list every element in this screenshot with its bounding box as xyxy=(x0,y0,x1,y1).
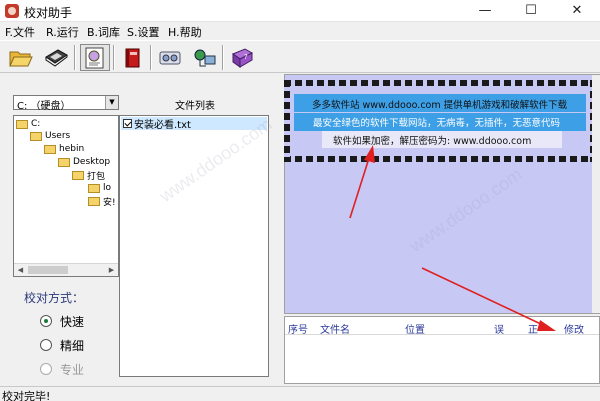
file-list-title: 文件列表 xyxy=(175,101,215,112)
method-pro-label: 专业 xyxy=(60,363,85,377)
toolbar-separator xyxy=(113,45,115,70)
speak-button[interactable] xyxy=(155,44,185,71)
tree-item[interactable]: lo xyxy=(88,182,111,194)
network-button[interactable] xyxy=(190,44,220,71)
status-bar: 校对完毕! xyxy=(0,386,600,401)
tree-item-label: 安! xyxy=(103,197,116,208)
scroll-right-icon[interactable]: ▶ xyxy=(105,264,118,276)
floppy-save-icon xyxy=(45,48,68,67)
menu-help[interactable]: H.帮助 xyxy=(168,24,202,40)
method-pro-radio xyxy=(40,363,52,375)
folder-icon xyxy=(88,183,100,193)
folder-icon xyxy=(58,157,70,167)
status-text: 校对完毕! xyxy=(2,390,51,401)
tree-item[interactable]: C: xyxy=(16,118,40,130)
tree-item-label: 打包 xyxy=(87,171,106,182)
preview-line-2: 最安全绿色的软件下载网站，无病毒，无插件，无恶意代码 xyxy=(313,118,561,129)
column-header-correct[interactable]: 正 xyxy=(528,321,538,336)
dictionary-button[interactable] xyxy=(118,44,148,71)
app-icon xyxy=(5,4,19,18)
file-list[interactable]: 安装必看.txt xyxy=(119,115,269,377)
preview-line-3: 软件如果加密，解压密码为: www.ddooo.com xyxy=(333,136,532,147)
tree-item[interactable]: Desktop xyxy=(58,156,110,168)
folder-icon xyxy=(30,131,42,141)
folder-open-icon xyxy=(9,51,33,66)
toolbar-separator xyxy=(150,45,152,70)
tree-item-label: Desktop xyxy=(73,157,111,167)
tree-item-label: lo xyxy=(103,183,112,193)
results-grid-header: 序号 文件名 位置 误 正 修改 xyxy=(285,317,599,336)
tree-item[interactable]: Users xyxy=(30,130,70,142)
svg-text:?: ? xyxy=(244,53,248,61)
method-fine-radio[interactable] xyxy=(40,339,52,351)
method-fast-label: 快速 xyxy=(60,315,85,329)
proofread-method-label: 校对方式： xyxy=(24,291,85,305)
preview-vertical-scrollbar[interactable] xyxy=(592,75,600,313)
red-book-icon xyxy=(125,48,140,67)
method-fast-radio[interactable] xyxy=(40,315,52,327)
save-button[interactable] xyxy=(41,44,71,71)
toolbar-separator xyxy=(74,45,76,70)
menu-settings[interactable]: S.设置 xyxy=(127,24,159,40)
menu-bar: F.文件 R.运行 B.词库 S.设置 H.帮助 xyxy=(0,22,600,40)
folder-icon xyxy=(72,170,84,180)
open-folder-button[interactable] xyxy=(6,44,36,71)
preview-line-1: 多多软件站 www.ddooo.com 提供单机游戏和破解软件下载 xyxy=(312,100,568,111)
scrollbar-thumb[interactable] xyxy=(28,266,68,274)
minimize-button[interactable]: — xyxy=(462,0,508,22)
results-grid[interactable]: 序号 文件名 位置 误 正 修改 xyxy=(284,316,600,384)
menu-file[interactable]: F.文件 xyxy=(5,24,35,40)
title-bar: 校对助手 — ☐ ✕ xyxy=(0,0,600,22)
tree-item-label: hebin xyxy=(59,144,85,154)
tree-item[interactable]: 打包 xyxy=(72,169,106,182)
file-checkbox[interactable] xyxy=(123,119,132,128)
document-stamp-icon xyxy=(85,47,104,68)
folder-icon xyxy=(44,144,56,154)
drive-select-value: C: （硬盘） xyxy=(17,101,71,112)
menu-dictionary[interactable]: B.词库 xyxy=(87,24,120,40)
file-name: 安装必看.txt xyxy=(134,120,191,131)
column-header-wrong[interactable]: 误 xyxy=(494,321,504,336)
column-header-modify[interactable]: 修改 xyxy=(564,321,584,336)
close-button[interactable]: ✕ xyxy=(554,0,600,22)
folder-icon xyxy=(16,119,28,129)
column-header-position[interactable]: 位置 xyxy=(405,321,425,336)
help-book-icon: ? xyxy=(231,47,254,68)
method-fine-label: 精细 xyxy=(60,339,85,353)
column-header-index[interactable]: 序号 xyxy=(288,321,308,336)
tree-horizontal-scrollbar[interactable]: ◀ ▶ xyxy=(14,263,118,276)
chevron-down-icon[interactable]: ▼ xyxy=(105,96,118,109)
maximize-button[interactable]: ☐ xyxy=(508,0,554,22)
folder-icon xyxy=(88,196,100,206)
tree-item[interactable]: hebin xyxy=(44,143,84,155)
window-title: 校对助手 xyxy=(24,6,73,20)
tree-item[interactable]: 安! xyxy=(88,195,116,208)
toolbar-separator xyxy=(222,45,224,70)
column-header-filename[interactable]: 文件名 xyxy=(320,321,350,336)
menu-run[interactable]: R.运行 xyxy=(46,24,79,40)
proofread-button[interactable] xyxy=(80,44,110,71)
scroll-left-icon[interactable]: ◀ xyxy=(14,264,27,276)
drive-select[interactable]: C: （硬盘） ▼ xyxy=(13,95,119,112)
network-icon xyxy=(194,49,216,66)
tree-item-label: Users xyxy=(45,131,71,141)
help-button[interactable]: ? xyxy=(227,44,257,71)
tree-item-label: C: xyxy=(31,119,41,129)
toolbar: ? xyxy=(0,40,600,73)
speaker-icon xyxy=(159,51,181,64)
folder-tree[interactable]: C: Users hebin Desktop 打包 lo 安! ◀ ▶ xyxy=(13,115,119,277)
